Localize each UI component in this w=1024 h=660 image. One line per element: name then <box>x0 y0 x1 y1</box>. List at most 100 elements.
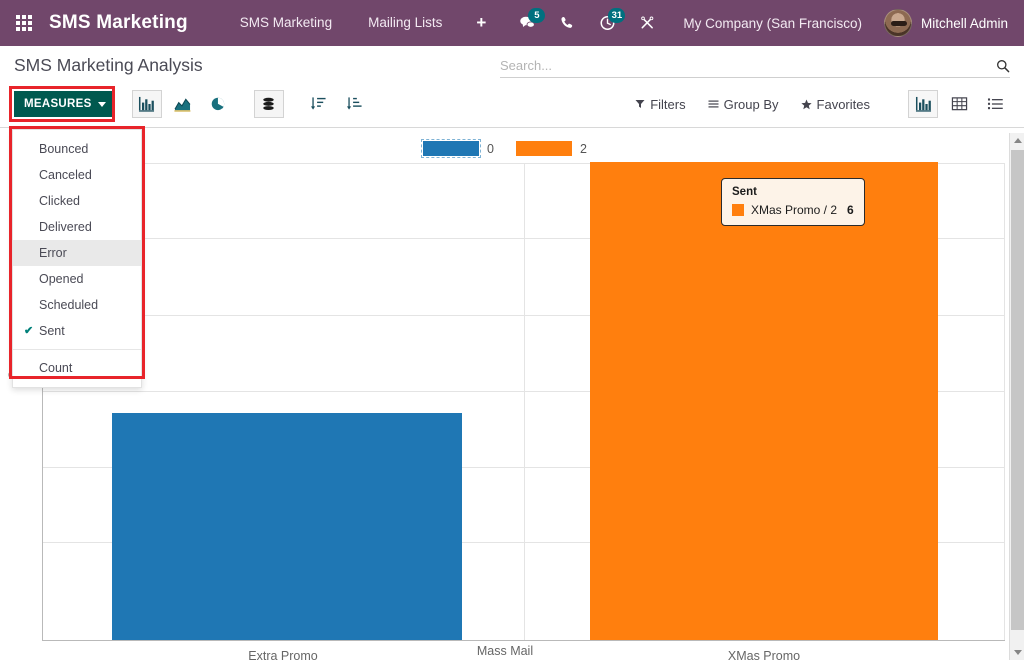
measure-item-canceled[interactable]: Canceled <box>13 162 141 188</box>
messages-badge: 5 <box>528 8 545 23</box>
bar-xmas-promo-orange[interactable] <box>590 162 938 640</box>
legend-label: 2 <box>580 142 587 156</box>
pie-chart-icon <box>210 96 227 112</box>
chart-legend: 0 2 <box>0 141 1010 156</box>
graph-view-button[interactable] <box>908 90 938 118</box>
group-by-dropdown[interactable]: Group By <box>708 97 779 112</box>
navbar-add-button[interactable]: + <box>460 0 502 46</box>
chevron-down-icon <box>98 102 106 107</box>
graph-view-icon <box>915 96 932 112</box>
measure-label: Opened <box>39 272 83 286</box>
bar-chart-button[interactable] <box>132 90 162 118</box>
measure-item-count[interactable]: Count <box>13 355 141 381</box>
pivot-view-icon <box>951 96 968 112</box>
activities-badge: 31 <box>608 8 625 23</box>
user-name-label: Mitchell Admin <box>921 16 1008 31</box>
search-icon[interactable] <box>996 59 1010 73</box>
sort-toolbar <box>301 90 373 118</box>
filter-funnel-icon <box>635 99 645 109</box>
developer-tools-icon <box>639 15 656 31</box>
page-title: SMS Marketing Analysis <box>14 55 203 76</box>
tooltip-row: XMas Promo / 2 6 <box>732 203 854 217</box>
measure-item-opened[interactable]: Opened <box>13 266 141 292</box>
measure-item-bounced[interactable]: Bounced <box>13 136 141 162</box>
pivot-view-button[interactable] <box>944 90 974 118</box>
pie-chart-button[interactable] <box>204 90 234 118</box>
measures-button-label: MEASURES <box>24 98 92 110</box>
view-switcher <box>902 90 1010 118</box>
stacked-toolbar <box>251 90 287 118</box>
list-view-icon <box>987 96 1004 112</box>
filters-dropdown[interactable]: Filters <box>635 97 685 112</box>
chart-scroll-container: 0 2 3 2 1 0 <box>0 133 1010 660</box>
group-by-label: Group By <box>724 97 779 112</box>
filters-label: Filters <box>650 97 685 112</box>
apps-menu-button[interactable] <box>0 0 34 46</box>
vertical-scrollbar[interactable] <box>1009 133 1024 660</box>
measure-label: Delivered <box>39 220 92 234</box>
navbar-menu-mailing-lists[interactable]: Mailing Lists <box>350 0 460 46</box>
messages-button[interactable]: 5 <box>507 0 547 46</box>
measure-label: Bounced <box>39 142 88 156</box>
scrollbar-thumb[interactable] <box>1011 150 1024 630</box>
search-bar[interactable] <box>500 58 1010 78</box>
tooltip-title: Sent <box>732 186 854 198</box>
legend-item-0[interactable]: 0 <box>423 141 494 156</box>
line-chart-icon <box>174 96 191 112</box>
app-brand-title[interactable]: SMS Marketing <box>49 12 188 34</box>
control-panel: SMS Marketing Analysis MEASURES <box>0 46 1024 128</box>
sort-descending-button[interactable] <box>304 90 334 118</box>
measure-item-sent[interactable]: ✔ Sent <box>13 318 141 344</box>
legend-item-1[interactable]: 2 <box>516 141 587 156</box>
measures-button[interactable]: MEASURES <box>14 91 115 117</box>
measure-item-error[interactable]: Error <box>13 240 141 266</box>
triangle-up-icon <box>1014 138 1022 143</box>
legend-swatch-blue <box>423 141 479 156</box>
measures-wrapper: MEASURES <box>14 91 115 117</box>
navbar-menu-sms-marketing[interactable]: SMS Marketing <box>222 0 350 46</box>
favorites-dropdown[interactable]: Favorites <box>801 97 870 112</box>
user-menu[interactable]: Mitchell Admin <box>878 9 1024 37</box>
star-icon <box>801 99 812 110</box>
measure-item-delivered[interactable]: Delivered <box>13 214 141 240</box>
tooltip-swatch <box>732 204 744 216</box>
navbar-systray: 5 31 <box>507 0 667 46</box>
stacked-bars-button[interactable] <box>254 90 284 118</box>
stacked-bars-icon <box>260 96 277 112</box>
developer-tools-button[interactable] <box>627 0 667 46</box>
scroll-up-button[interactable] <box>1010 133 1024 148</box>
sort-ascending-icon <box>346 96 363 112</box>
tooltip-value: 6 <box>847 203 854 217</box>
tooltip-series-label: XMas Promo / 2 <box>751 203 837 217</box>
top-navbar: SMS Marketing SMS Marketing Mailing List… <box>0 0 1024 46</box>
activities-button[interactable]: 31 <box>587 0 627 46</box>
measures-dropdown-menu[interactable]: Bounced Canceled Clicked Delivered Error… <box>12 129 142 388</box>
measure-label: Count <box>39 361 72 375</box>
phone-icon <box>559 15 576 31</box>
company-switcher[interactable]: My Company (San Francisco) <box>667 16 878 31</box>
list-view-button[interactable] <box>980 90 1010 118</box>
measure-item-clicked[interactable]: Clicked <box>13 188 141 214</box>
x-axis-title: Mass Mail <box>0 644 1010 658</box>
scroll-down-button[interactable] <box>1010 645 1024 660</box>
line-chart-button[interactable] <box>168 90 198 118</box>
bar-extra-promo-blue[interactable] <box>112 413 462 640</box>
bar-chart-icon <box>138 96 155 112</box>
graph-view-content: 0 2 3 2 1 0 <box>0 133 1024 660</box>
avatar <box>884 9 912 37</box>
measure-item-scheduled[interactable]: Scheduled <box>13 292 141 318</box>
control-panel-top: SMS Marketing Analysis <box>0 46 1024 82</box>
search-input[interactable] <box>500 58 996 73</box>
triangle-down-icon <box>1014 650 1022 655</box>
sort-ascending-button[interactable] <box>340 90 370 118</box>
phone-button[interactable] <box>547 0 587 46</box>
dropdown-divider <box>13 349 141 350</box>
measure-label: Error <box>39 246 67 260</box>
vertical-gridline-center <box>524 163 525 641</box>
legend-swatch-orange <box>516 141 572 156</box>
favorites-label: Favorites <box>817 97 870 112</box>
group-by-lines-icon <box>708 99 719 109</box>
measure-label: Canceled <box>39 168 92 182</box>
apps-grid-icon <box>16 15 32 31</box>
vertical-gridline-right <box>1004 163 1005 641</box>
